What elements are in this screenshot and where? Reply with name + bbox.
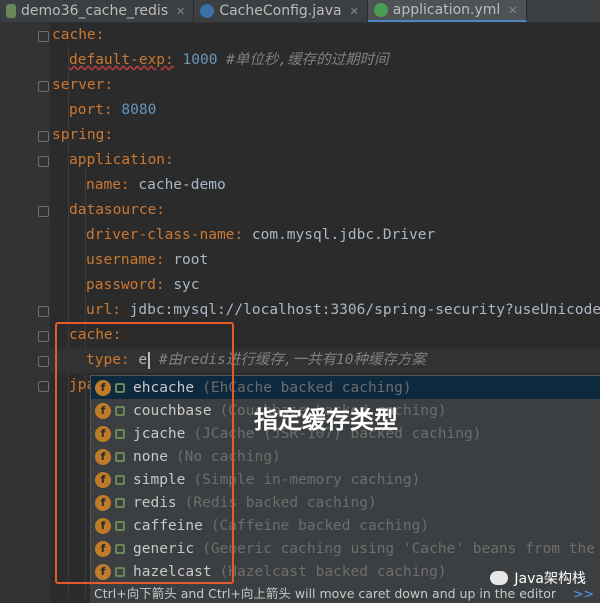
tab-application-yml[interactable]: application.yml ✕ <box>367 0 527 22</box>
fold-toggle-icon[interactable] <box>38 306 49 317</box>
close-icon[interactable]: ✕ <box>176 5 185 18</box>
editor-tab-bar: demo36_cache_redis ✕ CacheConfig.java ✕ … <box>0 0 600 23</box>
wechat-logo-icon <box>490 571 509 585</box>
module-icon <box>6 4 16 18</box>
code-line-8: datasource: <box>0 198 600 223</box>
completion-item-description: (Generic caching using 'Cache' beans fro… <box>202 540 595 557</box>
close-icon[interactable]: ✕ <box>350 5 359 18</box>
fold-toggle-icon[interactable] <box>38 31 49 42</box>
code-line-6: application: <box>0 148 600 173</box>
class-icon <box>200 4 215 18</box>
close-icon[interactable]: ✕ <box>508 4 517 17</box>
highlight-box <box>55 322 234 584</box>
fold-toggle-icon[interactable] <box>38 331 49 342</box>
code-line-11: password: syc <box>86 277 200 293</box>
yml-file-icon <box>373 3 388 17</box>
annotation-text: 指定缓存类型 <box>254 406 398 434</box>
code-line-12: url: jdbc:mysql://localhost:3306/spring-… <box>0 298 600 323</box>
tab-label: CacheConfig.java <box>219 3 342 19</box>
code-line-5: spring: <box>0 123 600 148</box>
fold-toggle-icon[interactable] <box>38 81 49 92</box>
code-line-10: username: root <box>86 252 209 268</box>
completion-item-description: (Hazelcast backed caching) <box>219 563 447 580</box>
fold-toggle-icon[interactable] <box>38 156 49 167</box>
code-line-1: cache: <box>0 23 600 48</box>
tab-label: demo36_cache_redis <box>21 3 169 19</box>
code-line-3: server: <box>0 73 600 98</box>
code-line-9: driver-class-name: com.mysql.jdbc.Driver <box>86 227 436 243</box>
fold-toggle-icon[interactable] <box>38 206 49 217</box>
tab-demo36-cache-redis[interactable]: demo36_cache_redis ✕ <box>0 0 195 22</box>
tab-label: application.yml <box>392 2 501 18</box>
code-line-4: port: 8080 <box>69 102 157 118</box>
watermark: Java架构栈 <box>490 568 586 588</box>
fold-toggle-icon[interactable] <box>38 356 49 367</box>
code-line-2: default-exp: 1000 #单位秒,缓存的过期时间 <box>69 52 389 68</box>
fold-toggle-icon[interactable] <box>38 381 49 392</box>
tab-cacheconfig-java[interactable]: CacheConfig.java ✕ <box>194 0 368 22</box>
fold-toggle-icon[interactable] <box>38 131 49 142</box>
completion-item-description: (Caffeine backed caching) <box>210 517 430 534</box>
code-line-7: name: cache-demo <box>86 177 226 193</box>
